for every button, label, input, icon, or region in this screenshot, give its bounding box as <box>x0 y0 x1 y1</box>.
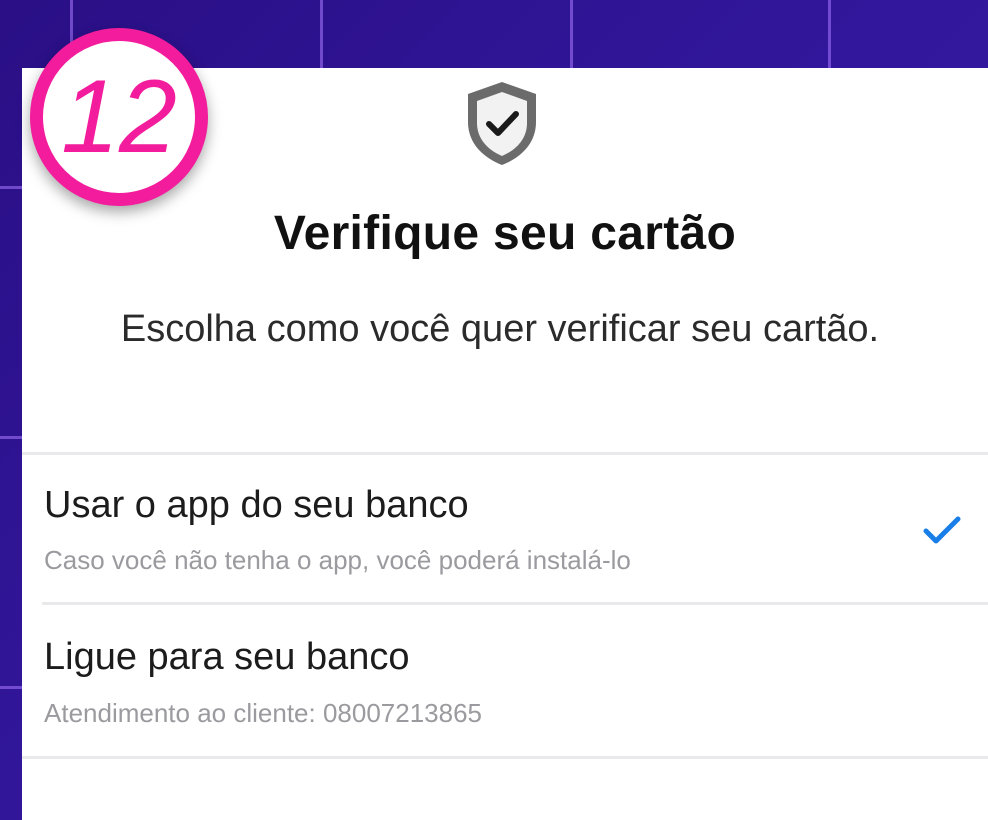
page-subtitle: Escolha como você quer verificar seu car… <box>120 308 880 350</box>
step-number: 12 <box>61 59 177 175</box>
divider <box>22 756 988 759</box>
step-number-badge: 12 <box>30 28 208 206</box>
checkmark-icon <box>923 516 961 544</box>
page-title: Verifique seu cartão <box>273 207 737 260</box>
option-title: Usar o app do seu banco <box>44 484 469 526</box>
divider <box>42 602 988 605</box>
option-subtitle: Atendimento ao cliente: 08007213865 <box>44 698 483 728</box>
option-subtitle: Caso você não tenha o app, você poderá i… <box>44 545 631 575</box>
option-title: Ligue para seu banco <box>44 636 410 678</box>
divider <box>22 452 988 455</box>
shield-check-icon <box>468 82 536 165</box>
screen: Verifique seu cartão Escolha como você q… <box>0 0 988 820</box>
